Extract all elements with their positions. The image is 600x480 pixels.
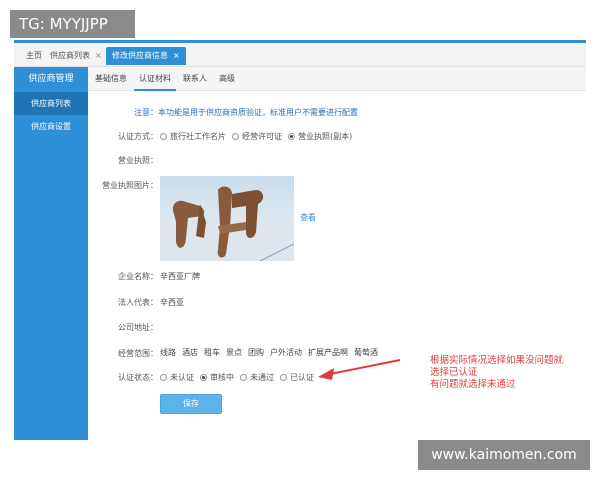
tab-advanced[interactable]: 高级: [214, 67, 240, 91]
radio-icon: [280, 374, 287, 381]
tab-edit-supplier[interactable]: 修改供应商信息 ×: [106, 47, 186, 65]
radio-label: 已认证: [290, 373, 314, 382]
license-label: 营业执照：: [118, 156, 158, 165]
legal-rep-value: 辛西亚: [160, 298, 184, 307]
company-name-label: 企业名称：: [118, 272, 158, 281]
auth-status-radio-group: 未认证 审核中 未通过 已认证: [160, 372, 320, 383]
watermark-bottom: www.kaimomen.com: [418, 440, 590, 470]
annotation-note: 根据实际情况选择如果没问题就 选择已认证 有问题就选择未通过: [430, 355, 590, 391]
radio-status-certified[interactable]: 已认证: [280, 372, 314, 383]
annotation-line: 根据实际情况选择如果没问题就: [430, 355, 564, 366]
radio-label: 未认证: [170, 373, 194, 382]
auth-method-label: 认证方式：: [118, 132, 158, 141]
radio-label: 营业执照(副本): [298, 132, 353, 141]
tab-supplier-list-label: 供应商列表: [50, 51, 90, 60]
radio-label: 经营许可证: [242, 132, 282, 141]
radio-status-uncertified[interactable]: 未认证: [160, 372, 194, 383]
scope-item: 酒店: [182, 348, 198, 357]
save-button[interactable]: 保存: [160, 394, 222, 414]
close-icon[interactable]: ×: [173, 51, 180, 60]
radio-status-reviewing[interactable]: 审核中: [200, 372, 234, 383]
view-image-link[interactable]: 查看: [300, 212, 316, 223]
radio-business-license[interactable]: 营业执照(副本): [288, 131, 352, 142]
scope-item: 葡萄酒: [354, 348, 378, 357]
sub-tab-bar: 基础信息 认证材料 联系人 高级: [88, 67, 586, 91]
scope-item: 扩展产品啊: [308, 348, 348, 357]
annotation-line: 选择已认证: [430, 367, 478, 378]
radio-label: 审核中: [210, 373, 234, 382]
address-label: 公司地址：: [118, 323, 158, 332]
watermark-top: TG: MYYJJPP: [10, 10, 135, 38]
sidebar-item-supplier-settings[interactable]: 供应商设置: [14, 115, 88, 138]
tab-bar: 主页 供应商列表 × 修改供应商信息 ×: [14, 43, 586, 67]
tab-supplier-list[interactable]: 供应商列表 ×: [44, 47, 108, 65]
license-image-label: 营业执照图片：: [102, 181, 158, 190]
tab-edit-supplier-label: 修改供应商信息: [112, 51, 168, 60]
scope-item: 线路: [160, 348, 176, 357]
radio-status-rejected[interactable]: 未通过: [240, 372, 274, 383]
radio-business-permit[interactable]: 经营许可证: [232, 131, 282, 142]
scope-item: 团购: [248, 348, 264, 357]
radio-icon: [160, 133, 167, 140]
legal-rep-label: 法人代表：: [118, 298, 158, 307]
radio-travel-card[interactable]: 旅行社工作名片: [160, 131, 226, 142]
scope-item: 租车: [204, 348, 220, 357]
auth-method-radio-group: 旅行社工作名片 经营许可证 营业执照(副本): [160, 131, 358, 142]
sidebar: 供应商管理 供应商列表 供应商设置: [14, 67, 88, 440]
notice-text: 注意：本功能是用于供应商资质验证，标准用户不需要进行配置: [134, 108, 358, 117]
scope-item: 户外活动: [270, 348, 302, 357]
radio-checked-icon: [288, 133, 295, 140]
radio-icon: [160, 374, 167, 381]
license-photo-graphic: [160, 176, 294, 261]
radio-label: 未通过: [250, 373, 274, 382]
close-icon[interactable]: ×: [95, 51, 102, 60]
annotation-line: 有问题就选择未通过: [430, 379, 516, 390]
license-image: [160, 176, 294, 261]
scope-list: 线路 酒店 租车 景点 团购 户外活动 扩展产品啊 葡萄酒: [160, 347, 384, 358]
sidebar-item-supplier-list[interactable]: 供应商列表: [14, 92, 88, 115]
tab-home-label: 主页: [26, 51, 42, 60]
radio-checked-icon: [200, 374, 207, 381]
sidebar-header: 供应商管理: [28, 74, 74, 84]
company-name-value: 辛西亚厂牌: [160, 272, 200, 281]
scope-label: 经营范围：: [118, 349, 158, 358]
radio-icon: [240, 374, 247, 381]
tab-certification[interactable]: 认证材料: [134, 67, 176, 91]
tab-basic-info[interactable]: 基础信息: [90, 67, 132, 91]
radio-icon: [232, 133, 239, 140]
radio-label: 旅行社工作名片: [170, 132, 226, 141]
tab-contacts[interactable]: 联系人: [178, 67, 212, 91]
auth-status-label: 认证状态：: [118, 373, 158, 382]
scope-item: 景点: [226, 348, 242, 357]
